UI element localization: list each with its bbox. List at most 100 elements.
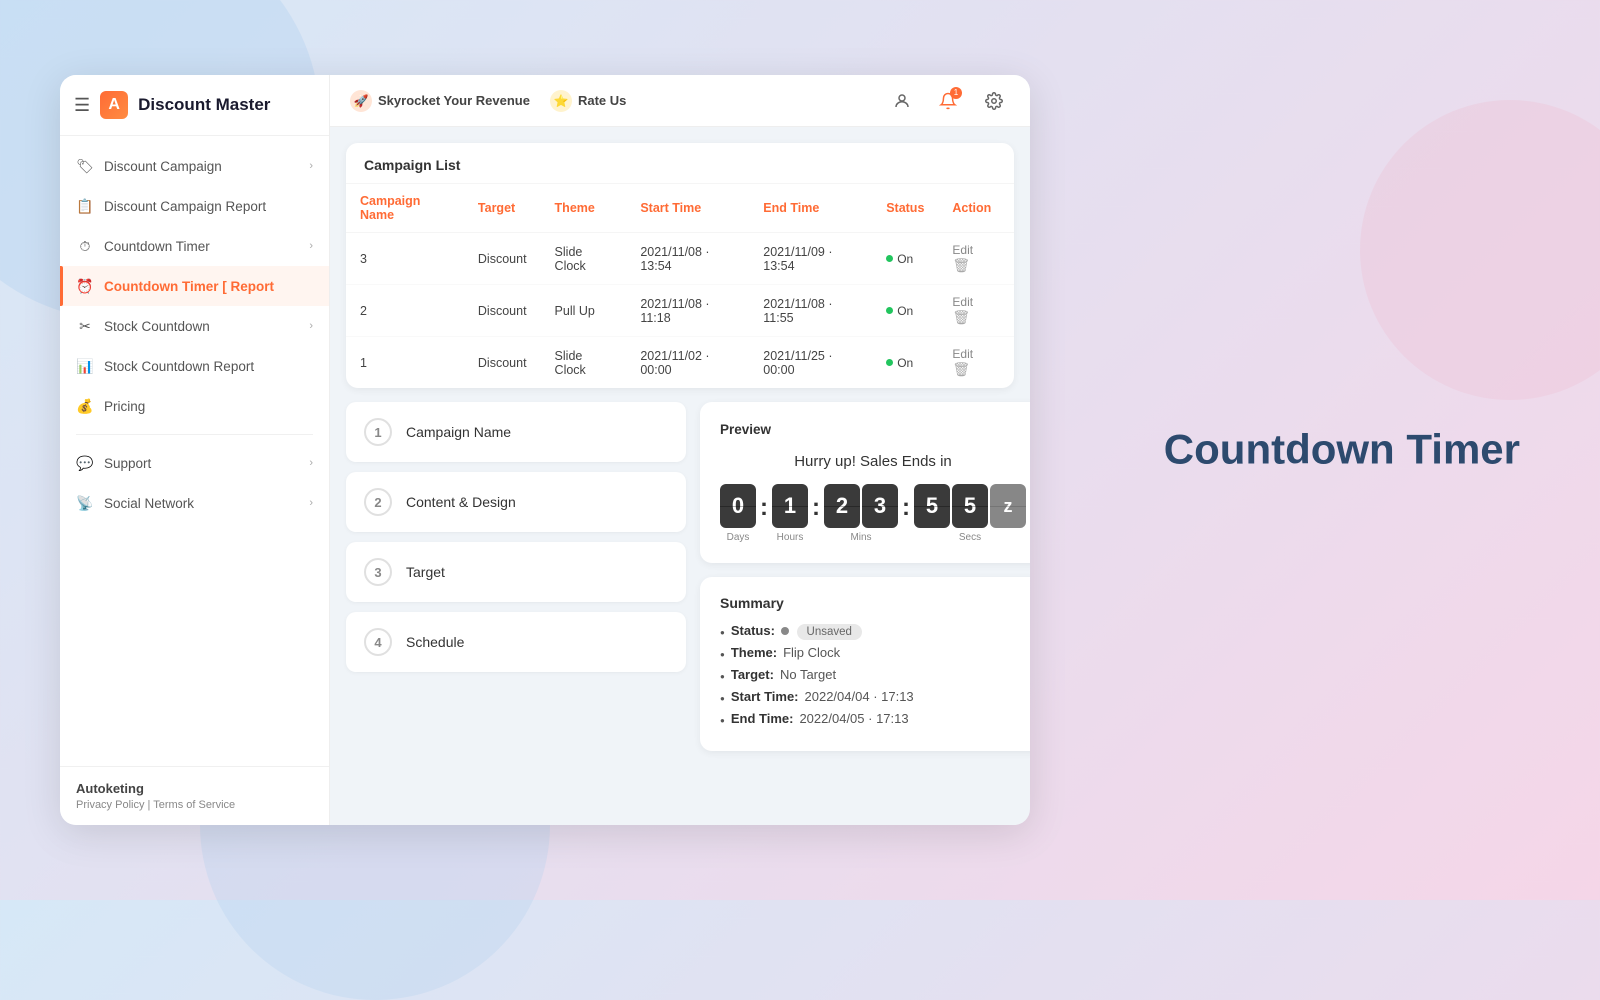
cell-status: On (872, 337, 938, 389)
sidebar-item-label: Countdown Timer [ Report (104, 279, 274, 294)
cell-end: 2021/11/25 · 00:00 (749, 337, 872, 389)
app-window: ☰ A Discount Master 🏷 Discount Campaign … (60, 75, 1030, 825)
sidebar-logo: A (100, 91, 128, 119)
secs-digit-flip: z (990, 484, 1026, 528)
rate-us-label: Rate Us (578, 93, 626, 108)
step-4-schedule[interactable]: 4 Schedule (346, 612, 686, 672)
menu-icon[interactable]: ☰ (74, 95, 90, 116)
cell-action: Edit 🗑 (938, 285, 1014, 337)
page-content: Campaign List Campaign Name Target Theme… (330, 127, 1030, 825)
cell-theme: Slide Clock (541, 337, 627, 389)
col-end-time: End Time (749, 184, 872, 233)
unsaved-badge: Unsaved (781, 623, 862, 638)
cell-theme: Slide Clock (541, 233, 627, 285)
col-start-time: Start Time (626, 184, 749, 233)
step-3-number: 3 (364, 558, 392, 586)
col-campaign-name: Campaign Name (346, 184, 464, 233)
skyrocket-action[interactable]: 🚀 Skyrocket Your Revenue (350, 90, 530, 112)
sidebar: ☰ A Discount Master 🏷 Discount Campaign … (60, 75, 330, 825)
step-2-content-design[interactable]: 2 Content & Design (346, 472, 686, 532)
sidebar-item-discount-campaign[interactable]: 🏷 Discount Campaign › (60, 146, 329, 186)
chevron-right-icon: › (309, 160, 313, 172)
sidebar-item-support[interactable]: 💬 Support › (60, 443, 329, 483)
stock-countdown-icon: ✂ (76, 317, 94, 335)
summary-status: ● Status: Unsaved (720, 623, 1026, 638)
countdown-timer-report-icon: ⏰ (76, 277, 94, 295)
edit-button[interactable]: Edit (952, 243, 973, 257)
stock-countdown-report-icon: 📊 (76, 357, 94, 375)
sidebar-item-countdown-timer[interactable]: ⏱ Countdown Timer › (60, 226, 329, 266)
colon-2: : (812, 494, 820, 522)
col-action: Action (938, 184, 1014, 233)
support-icon: 💬 (76, 454, 94, 472)
cell-action: Edit 🗑 (938, 233, 1014, 285)
campaign-list-card: Campaign List Campaign Name Target Theme… (346, 143, 1014, 388)
edit-button[interactable]: Edit (952, 295, 973, 309)
rate-us-action[interactable]: ⭐ Rate Us (550, 90, 626, 112)
countdown-headline: Hurry up! Sales Ends in (720, 453, 1026, 470)
sidebar-item-label: Discount Campaign (104, 159, 222, 174)
step-1-campaign-name[interactable]: 1 Campaign Name (346, 402, 686, 462)
preview-inner: Preview Hurry up! Sales Ends in 0 Days (700, 402, 1030, 563)
delete-button[interactable]: 🗑 (952, 309, 970, 325)
status-badge: On (886, 304, 913, 318)
mins-digit-1: 3 (862, 484, 898, 528)
col-status: Status (872, 184, 938, 233)
user-icon-btn[interactable] (886, 85, 918, 117)
delete-button[interactable]: 🗑 (952, 361, 970, 377)
sidebar-item-label: Discount Campaign Report (104, 199, 266, 214)
col-theme: Theme (541, 184, 627, 233)
cell-target: Discount (464, 285, 541, 337)
sidebar-item-label: Social Network (104, 496, 194, 511)
table-row: 1 Discount Slide Clock 2021/11/02 · 00:0… (346, 337, 1014, 389)
steps-card: 1 Campaign Name 2 Content & Design 3 Tar… (346, 402, 686, 751)
notification-icon-btn[interactable]: 1 (932, 85, 964, 117)
step-3-target[interactable]: 3 Target (346, 542, 686, 602)
cell-start: 2021/11/08 · 11:18 (626, 285, 749, 337)
cell-action: Edit 🗑 (938, 337, 1014, 389)
delete-button[interactable]: 🗑 (952, 257, 970, 273)
days-group: 0 Days (720, 484, 756, 543)
sidebar-item-discount-campaign-report[interactable]: 📋 Discount Campaign Report (60, 186, 329, 226)
sidebar-brand: Discount Master (138, 95, 270, 115)
cell-start: 2021/11/08 · 13:54 (626, 233, 749, 285)
countdown-timer-icon: ⏱ (76, 237, 94, 255)
sidebar-item-pricing[interactable]: 💰 Pricing (60, 386, 329, 426)
step-1-number: 1 (364, 418, 392, 446)
page-title-right: Countdown Timer (1164, 423, 1520, 478)
main-content: 🚀 Skyrocket Your Revenue ⭐ Rate Us 1 (330, 75, 1030, 825)
sidebar-item-label: Support (104, 456, 151, 471)
terms-link[interactable]: Terms of Service (153, 799, 235, 811)
edit-button[interactable]: Edit (952, 347, 973, 361)
social-network-icon: 📡 (76, 494, 94, 512)
cell-name: 3 (346, 233, 464, 285)
cell-target: Discount (464, 337, 541, 389)
cell-name: 2 (346, 285, 464, 337)
colon-3: : (902, 494, 910, 522)
sidebar-item-stock-countdown-report[interactable]: 📊 Stock Countdown Report (60, 346, 329, 386)
privacy-policy-link[interactable]: Privacy Policy (76, 799, 144, 811)
days-label: Days (727, 532, 750, 543)
col-target: Target (464, 184, 541, 233)
summary-card: Summary ● Status: Unsaved ● Theme: (700, 577, 1030, 751)
rocket-icon: 🚀 (350, 90, 372, 112)
chevron-right-icon: › (309, 320, 313, 332)
mins-group: 2 3 Mins (824, 484, 898, 543)
topbar: 🚀 Skyrocket Your Revenue ⭐ Rate Us 1 (330, 75, 1030, 127)
secs-digit-0: 5 (914, 484, 950, 528)
table-row: 2 Discount Pull Up 2021/11/08 · 11:18 20… (346, 285, 1014, 337)
status-badge: On (886, 252, 913, 266)
cell-start: 2021/11/02 · 00:00 (626, 337, 749, 389)
settings-icon-btn[interactable] (978, 85, 1010, 117)
preview-card: Preview Hurry up! Sales Ends in 0 Days (700, 402, 1030, 751)
summary-target-key: Target: (731, 667, 774, 682)
secs-group: 5 5 z Secs (914, 484, 1026, 543)
sidebar-item-social-network[interactable]: 📡 Social Network › (60, 483, 329, 523)
sidebar-item-stock-countdown[interactable]: ✂ Stock Countdown › (60, 306, 329, 346)
skyrocket-label: Skyrocket Your Revenue (378, 93, 530, 108)
sidebar-item-countdown-timer-report[interactable]: ⏰ Countdown Timer [ Report (60, 266, 329, 306)
mins-label: Mins (850, 532, 871, 543)
sidebar-header: ☰ A Discount Master (60, 75, 329, 136)
summary-start-time: ● Start Time: 2022/04/04 · 17:13 (720, 689, 1026, 704)
badge-unsaved-text: Unsaved (797, 624, 862, 640)
